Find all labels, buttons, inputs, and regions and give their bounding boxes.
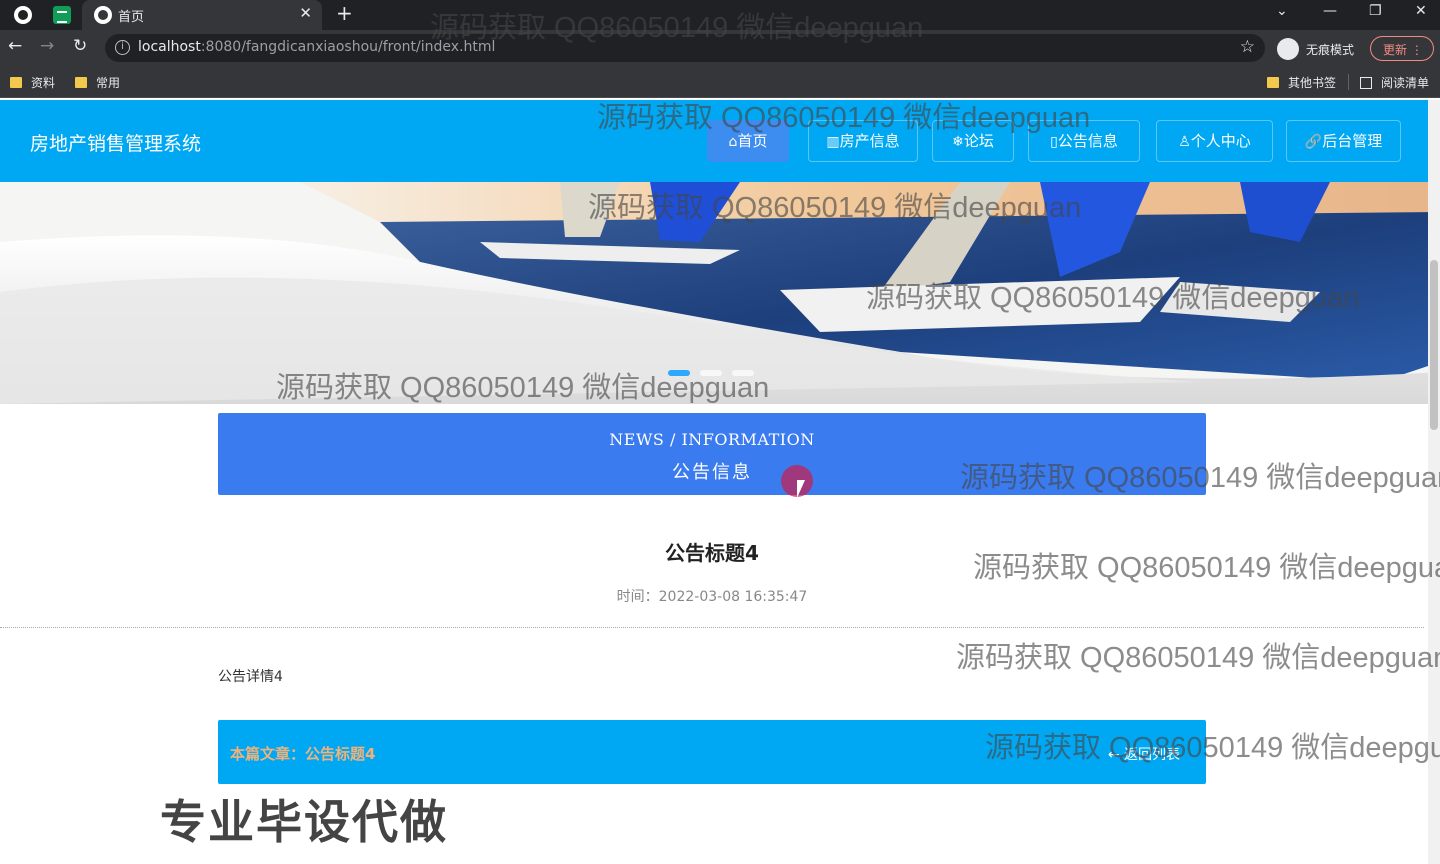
site-header: 房地产销售管理系统 ⌂首页 ▥房产信息 ❄论坛 ▯公告信息 ♙个人中心 🔗后台管理 [0,100,1440,182]
browser-tab-bar: 首页 ✕ + ⌄ — ❐ ✕ [0,0,1440,30]
arrow-left-icon: ← [1107,747,1120,763]
incognito-label[interactable]: 无痕模式 [1306,41,1354,58]
section-banner: NEWS / INFORMATION 公告信息 [218,413,1206,495]
link-icon: 🔗 [1304,134,1323,150]
nav-label: 后台管理 [1322,132,1383,150]
chevron-down-icon[interactable]: ⌄ [1276,3,1288,19]
info-icon[interactable]: i [115,40,130,55]
globe-icon[interactable] [14,6,32,24]
close-window-button[interactable]: ✕ [1415,3,1427,19]
article-title: 公告标题4 [665,541,759,565]
incognito-icon[interactable] [1277,38,1299,60]
restore-button[interactable]: ❐ [1369,3,1382,19]
tab-title: 首页 [118,10,145,25]
carousel-dot[interactable] [732,370,754,376]
back-arrow-icon[interactable]: ← [8,36,22,56]
reload-icon[interactable]: ↻ [73,36,87,56]
nav-admin[interactable]: 🔗后台管理 [1286,120,1401,162]
nav-label: 公告信息 [1057,132,1118,150]
nav-label: 个人中心 [1190,132,1251,150]
browser-toolbar: ← → ↻ i localhost:8080/fangdicanxiaoshou… [0,30,1440,66]
globe-icon [94,6,112,24]
current-article-label: 本篇文章：公告标题4 [230,745,376,763]
close-icon[interactable]: ✕ [299,4,312,22]
site-title: 房地产销售管理系统 [30,133,202,155]
carousel-dot[interactable] [700,370,722,376]
sheets-tab-icon[interactable] [53,6,71,24]
nav-property-info[interactable]: ▥房产信息 [808,120,918,162]
nav-label: 论坛 [963,132,994,150]
nav-home[interactable]: ⌂首页 [707,120,789,162]
section-title-cn: 公告信息 [672,462,752,483]
browser-tab-active[interactable]: 首页 ✕ [82,0,322,30]
user-icon: ♙ [1178,134,1191,150]
bookmark-star-icon[interactable]: ☆ [1240,37,1255,57]
nav-label: 首页 [737,132,768,150]
document-icon: ▯ [1050,134,1058,150]
article-time: 时间：2022-03-08 16:35:47 [616,589,808,605]
article-footer-bar: 本篇文章：公告标题4 ← 返回列表 [218,720,1206,784]
new-tab-button[interactable]: + [336,1,353,25]
folder-icon [10,77,22,88]
bookmark-folder-other[interactable]: 其他书签 [1267,74,1336,91]
carousel-dot-active[interactable] [668,370,690,376]
minimize-button[interactable]: — [1323,3,1337,19]
mouse-cursor-icon [797,480,805,498]
snowflake-icon: ❄ [952,134,964,150]
nav-announcements[interactable]: ▯公告信息 [1028,120,1140,162]
scrollbar-thumb[interactable] [1430,260,1438,430]
forward-arrow-icon[interactable]: → [40,36,54,56]
bookmark-folder-ziliao[interactable]: 资料 [10,74,55,91]
divider [0,627,1424,628]
address-bar[interactable]: i localhost:8080/fangdicanxiaoshou/front… [105,34,1265,62]
bookmark-folder-changyong[interactable]: 常用 [75,74,120,91]
nav-user-center[interactable]: ♙个人中心 [1156,120,1273,162]
article-body: 公告详情4 [218,669,283,685]
bookmarks-bar: 资料 常用 其他书签 阅读清单 [0,66,1440,98]
bookmark-separator [1348,74,1349,90]
nav-label: 房产信息 [839,132,900,150]
reading-list[interactable]: 阅读清单 [1360,74,1429,91]
folder-icon [75,77,87,88]
building-icon: ▥ [826,134,840,150]
folder-icon [1267,77,1279,88]
update-button[interactable]: 更新 ⋮ [1370,36,1434,61]
url-text[interactable]: localhost:8080/fangdicanxiaoshou/front/i… [138,39,495,55]
promo-overlay-text: 专业毕设代做 [160,795,448,849]
section-title-en: NEWS / INFORMATION [609,430,815,449]
reading-list-icon [1360,77,1372,89]
nav-forum[interactable]: ❄论坛 [932,120,1014,162]
page-scrollbar[interactable] [1428,100,1440,864]
watermark-text: 源码获取 QQ86050149 微信deepguan [956,642,1440,674]
back-to-list-link[interactable]: ← 返回列表 [1108,744,1180,764]
